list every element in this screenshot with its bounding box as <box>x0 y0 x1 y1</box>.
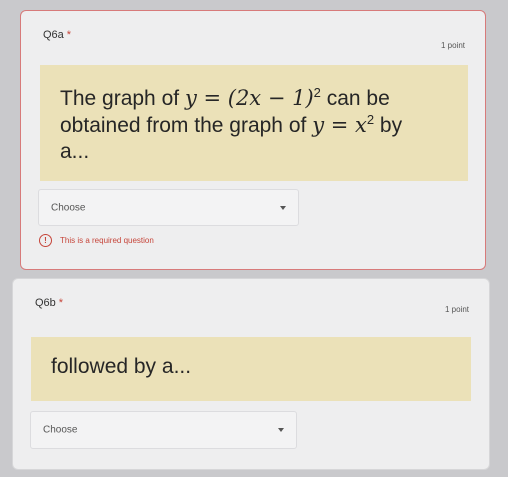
answer-dropdown[interactable]: Choose <box>30 411 297 449</box>
question-title: Q6b * <box>35 297 63 309</box>
question-title-text: Q6a <box>43 29 64 41</box>
prompt-line-2: obtained from the graph of y = x2 by <box>60 112 403 137</box>
error-icon: ! <box>39 234 52 247</box>
error-text: This is a required question <box>60 236 154 245</box>
question-title-text: Q6b <box>35 297 56 309</box>
dropdown-label: Choose <box>51 202 86 213</box>
answer-dropdown[interactable]: Choose <box>38 189 299 226</box>
validation-error: ! This is a required question <box>39 234 154 247</box>
points-label: 1 point <box>440 41 465 50</box>
required-asterisk: * <box>58 297 64 309</box>
points-label: 1 point <box>444 305 469 314</box>
chevron-down-icon <box>280 205 286 210</box>
question-prompt: followed by a... <box>31 337 471 401</box>
equation-2: y = x <box>312 113 367 137</box>
question-card-q6b: Q6b * 1 point followed by a... Choose <box>12 278 490 470</box>
required-asterisk: * <box>66 29 72 41</box>
prompt-line-1: The graph of y = (2x − 1)2 can be <box>60 85 390 110</box>
chevron-down-icon <box>278 428 284 432</box>
equation-1: y = (2x − 1) <box>184 86 314 110</box>
prompt-line-3: a... <box>60 140 90 163</box>
question-prompt: The graph of y = (2x − 1)2 can be obtain… <box>40 65 468 181</box>
question-card-q6a: Q6a * 1 point The graph of y = (2x − 1)2 … <box>20 10 486 270</box>
question-title: Q6a * <box>43 29 71 41</box>
dropdown-label: Choose <box>43 424 78 436</box>
